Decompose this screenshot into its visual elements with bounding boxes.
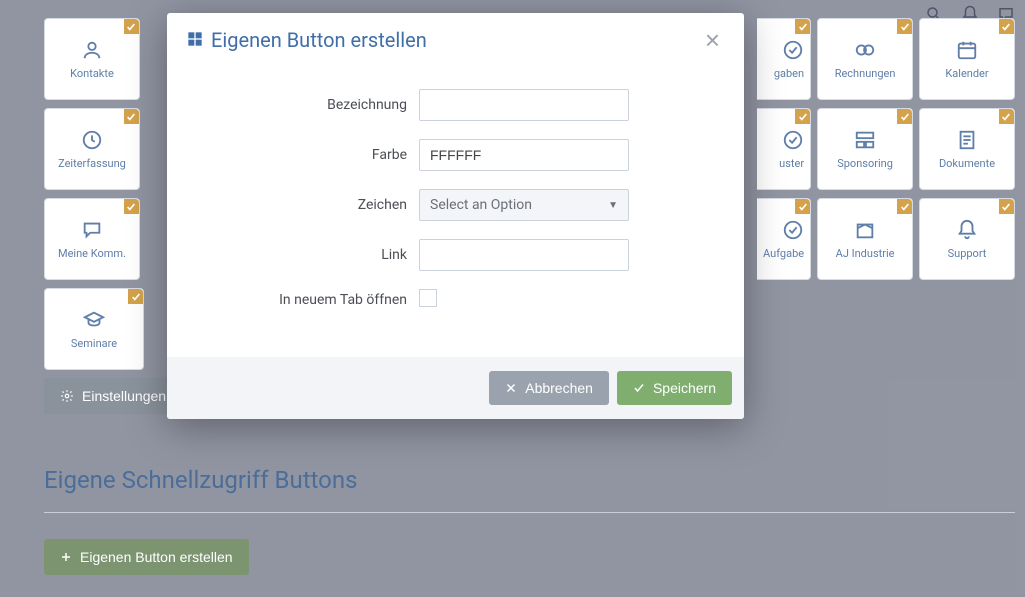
tile-label: Zeiterfassung bbox=[58, 157, 126, 170]
tile-label: AJ Industrie bbox=[836, 247, 895, 260]
tile-check-icon bbox=[999, 109, 1014, 124]
tile-label: Support bbox=[948, 247, 987, 260]
tile-check-icon bbox=[124, 199, 139, 214]
grad-icon bbox=[83, 309, 105, 331]
tile-kontakte[interactable]: Kontakte bbox=[44, 18, 140, 100]
grid-icon bbox=[187, 28, 203, 52]
tile-label: Rechnungen bbox=[835, 67, 896, 80]
tile-label: Kalender bbox=[945, 67, 988, 80]
tile-support[interactable]: Support bbox=[919, 198, 1015, 280]
tile-dokumente[interactable]: Dokumente bbox=[919, 108, 1015, 190]
doc-icon bbox=[956, 129, 978, 151]
tile-aufgabe[interactable]: Aufgabe bbox=[757, 198, 811, 280]
select-zeichen[interactable]: Select an Option ▼ bbox=[419, 189, 629, 221]
tile-aj-industrie[interactable]: AJ Industrie bbox=[817, 198, 913, 280]
modal-title: Eigenen Button erstellen bbox=[187, 28, 427, 52]
tile-check-icon bbox=[795, 199, 810, 214]
label-bezeichnung: Bezeichnung bbox=[187, 97, 419, 113]
tile-check-icon bbox=[897, 19, 912, 34]
close-icon[interactable]: × bbox=[701, 27, 724, 53]
tile-label: Seminare bbox=[71, 337, 117, 350]
label-farbe: Farbe bbox=[187, 147, 419, 163]
tile-label: uster bbox=[779, 157, 804, 170]
label-zeichen: Zeichen bbox=[187, 197, 419, 213]
eye-icon bbox=[854, 39, 876, 61]
tile-kalender[interactable]: Kalender bbox=[919, 18, 1015, 100]
input-bezeichnung[interactable] bbox=[419, 89, 629, 121]
label-link: Link bbox=[187, 247, 419, 263]
tile-label: Meine Komm. bbox=[58, 247, 126, 260]
cancel-button[interactable]: Abbrechen bbox=[489, 371, 609, 405]
save-button[interactable]: Speichern bbox=[617, 371, 732, 405]
label-newtab: In neuem Tab öffnen bbox=[187, 292, 419, 308]
tile-check-icon bbox=[124, 19, 139, 34]
tile-check-icon bbox=[795, 109, 810, 124]
section-title: Eigene Schnellzugriff Buttons bbox=[44, 466, 1015, 494]
save-button-label: Speichern bbox=[653, 380, 716, 396]
generic-icon bbox=[782, 129, 804, 151]
tile-check-icon bbox=[128, 289, 143, 304]
tile-seminare[interactable]: Seminare bbox=[44, 288, 144, 370]
tile-uster[interactable]: uster bbox=[757, 108, 811, 190]
create-own-button[interactable]: Eigenen Button erstellen bbox=[44, 539, 249, 575]
generic-icon bbox=[782, 39, 804, 61]
person-icon bbox=[81, 39, 103, 61]
box-icon bbox=[854, 219, 876, 241]
tile-check-icon bbox=[999, 199, 1014, 214]
chevron-down-icon: ▼ bbox=[608, 200, 618, 211]
tile-label: Sponsoring bbox=[837, 157, 893, 170]
input-link[interactable] bbox=[419, 239, 629, 271]
modal-title-text: Eigenen Button erstellen bbox=[211, 28, 427, 52]
cancel-button-label: Abbrechen bbox=[525, 380, 593, 396]
modal-footer: Abbrechen Speichern bbox=[167, 357, 744, 419]
divider bbox=[44, 512, 1015, 513]
tile-label: gaben bbox=[774, 67, 804, 80]
layout-icon bbox=[854, 129, 876, 151]
settings-button-label: Einstellungen bbox=[82, 388, 166, 404]
tile-check-icon bbox=[897, 199, 912, 214]
tile-check-icon bbox=[795, 19, 810, 34]
tile-check-icon bbox=[124, 109, 139, 124]
create-own-button-label: Eigenen Button erstellen bbox=[80, 549, 233, 565]
settings-button[interactable]: Einstellungen bbox=[44, 378, 182, 414]
bell-icon bbox=[956, 219, 978, 241]
modal-header: Eigenen Button erstellen × bbox=[167, 13, 744, 65]
modal-body: Bezeichnung Farbe Zeichen Select an Opti… bbox=[167, 65, 744, 357]
select-zeichen-placeholder: Select an Option bbox=[430, 197, 532, 213]
tile-meine-komm-[interactable]: Meine Komm. bbox=[44, 198, 140, 280]
tile-label: Dokumente bbox=[939, 157, 995, 170]
tile-rechnungen[interactable]: Rechnungen bbox=[817, 18, 913, 100]
generic-icon bbox=[782, 219, 804, 241]
tile-label: Aufgabe bbox=[763, 247, 804, 260]
tile-sponsoring[interactable]: Sponsoring bbox=[817, 108, 913, 190]
tile-check-icon bbox=[999, 19, 1014, 34]
tile-zeiterfassung[interactable]: Zeiterfassung bbox=[44, 108, 140, 190]
tile-gaben[interactable]: gaben bbox=[757, 18, 811, 100]
create-button-modal: Eigenen Button erstellen × Bezeichnung F… bbox=[167, 13, 744, 419]
calendar-icon bbox=[956, 39, 978, 61]
tile-label: Kontakte bbox=[70, 67, 114, 80]
chat-icon bbox=[81, 219, 103, 241]
input-farbe[interactable] bbox=[419, 139, 629, 171]
clock-icon bbox=[81, 129, 103, 151]
tile-check-icon bbox=[897, 109, 912, 124]
checkbox-newtab[interactable] bbox=[419, 289, 437, 307]
